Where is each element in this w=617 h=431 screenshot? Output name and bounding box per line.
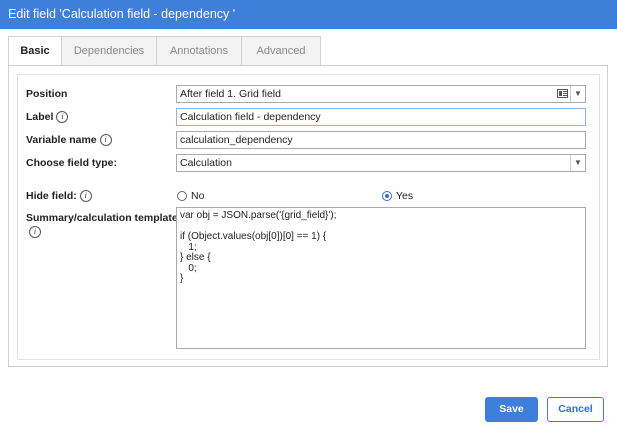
dialog-title: Edit field 'Calculation field - dependen… [0,0,617,29]
position-label: Position [26,88,68,100]
field-type-value: Calculation [180,157,232,169]
tab-annotations[interactable]: Annotations [156,36,242,66]
template-textarea[interactable]: var obj = JSON.parse('{grid_field}'); if… [176,207,586,349]
tab-dependencies[interactable]: Dependencies [61,36,157,66]
field-type-label: Choose field type: [26,157,118,169]
info-icon[interactable]: i [29,226,41,238]
variable-name-label-text: Variable name [26,134,97,146]
template-label: Summary/calculation template [26,212,178,224]
info-icon[interactable]: i [79,190,92,203]
position-select[interactable]: After field 1. Grid field ▼ [176,85,586,103]
tab-basic[interactable]: Basic [8,36,62,67]
label-input[interactable]: Calculation field - dependency [176,108,586,126]
info-icon[interactable]: i [56,111,69,124]
hide-field-label: Hide field: i [26,190,92,203]
hide-field-yes-radio[interactable] [382,191,392,201]
hide-field-label-text: Hide field: [26,190,77,202]
hide-field-yes-label[interactable]: Yes [396,190,413,202]
hide-field-no-label[interactable]: No [191,190,204,202]
save-button[interactable]: Save [485,397,538,422]
list-icon [557,89,568,98]
info-icon[interactable]: i [99,134,112,147]
field-type-select[interactable]: Calculation ▼ [176,154,586,172]
label-label-text: Label [26,111,54,123]
variable-name-label: Variable name i [26,134,112,147]
position-value: After field 1. Grid field [180,88,281,100]
tab-advanced[interactable]: Advanced [241,36,321,66]
variable-name-input[interactable]: calculation_dependency [176,131,586,149]
hide-field-no-radio[interactable] [177,191,187,201]
cancel-button[interactable]: Cancel [547,397,604,422]
chevron-down-icon: ▼ [570,155,585,171]
label-label: Label i [26,111,69,124]
tab-bar: Basic Dependencies Annotations Advanced [8,36,321,67]
chevron-down-icon: ▼ [570,86,585,102]
